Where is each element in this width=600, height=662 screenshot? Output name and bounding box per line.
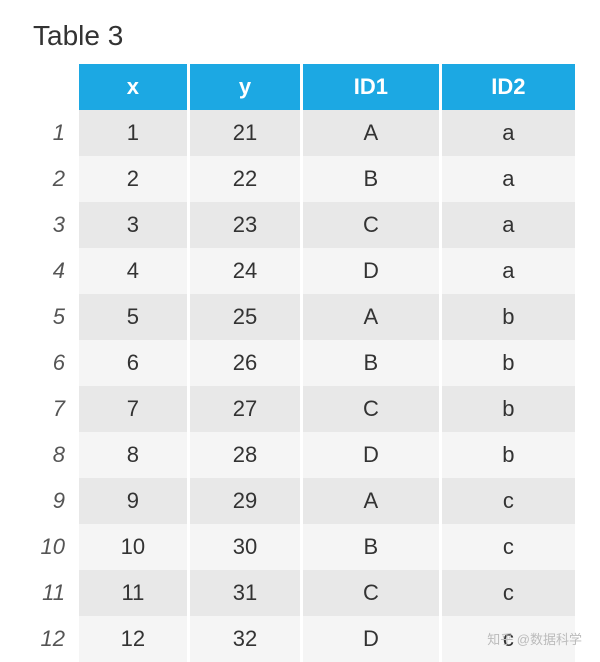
table-row: 4424Da [25, 248, 575, 294]
cell-id2: c [440, 570, 575, 616]
data-table: x y ID1 ID2 1121Aa2222Ba3323Ca4424Da5525… [25, 64, 575, 662]
row-number: 5 [25, 294, 79, 340]
cell-id2: b [440, 386, 575, 432]
cell-x: 11 [79, 570, 188, 616]
cell-x: 5 [79, 294, 188, 340]
cell-y: 23 [188, 202, 301, 248]
watermark: 知乎 @数据科学 [487, 629, 582, 648]
header-id2: ID2 [440, 64, 575, 110]
cell-x: 6 [79, 340, 188, 386]
cell-id2: a [440, 156, 575, 202]
cell-x: 10 [79, 524, 188, 570]
table-row: 2222Ba [25, 156, 575, 202]
row-number: 6 [25, 340, 79, 386]
cell-y: 30 [188, 524, 301, 570]
row-number: 3 [25, 202, 79, 248]
cell-id1: A [302, 294, 441, 340]
table-row: 1121Aa [25, 110, 575, 156]
header-x: x [79, 64, 188, 110]
table-title: Table 3 [33, 20, 575, 52]
table-row: 6626Bb [25, 340, 575, 386]
row-number: 9 [25, 478, 79, 524]
cell-y: 32 [188, 616, 301, 662]
row-number: 7 [25, 386, 79, 432]
cell-y: 21 [188, 110, 301, 156]
cell-id1: C [302, 570, 441, 616]
cell-y: 27 [188, 386, 301, 432]
cell-y: 22 [188, 156, 301, 202]
header-id1: ID1 [302, 64, 441, 110]
cell-x: 8 [79, 432, 188, 478]
cell-id1: D [302, 432, 441, 478]
cell-x: 2 [79, 156, 188, 202]
cell-id2: b [440, 340, 575, 386]
cell-id2: a [440, 110, 575, 156]
cell-x: 12 [79, 616, 188, 662]
cell-id1: B [302, 156, 441, 202]
cell-y: 25 [188, 294, 301, 340]
cell-id1: D [302, 248, 441, 294]
cell-y: 24 [188, 248, 301, 294]
header-y: y [188, 64, 301, 110]
cell-x: 9 [79, 478, 188, 524]
table-row: 3323Ca [25, 202, 575, 248]
cell-x: 4 [79, 248, 188, 294]
cell-id2: c [440, 478, 575, 524]
table-row: 101030Bc [25, 524, 575, 570]
cell-id2: c [440, 524, 575, 570]
cell-id1: A [302, 110, 441, 156]
table-row: 7727Cb [25, 386, 575, 432]
cell-x: 1 [79, 110, 188, 156]
row-number: 8 [25, 432, 79, 478]
cell-y: 28 [188, 432, 301, 478]
cell-id2: b [440, 432, 575, 478]
row-number: 10 [25, 524, 79, 570]
cell-x: 7 [79, 386, 188, 432]
cell-y: 29 [188, 478, 301, 524]
cell-id1: C [302, 386, 441, 432]
cell-id2: a [440, 248, 575, 294]
table-row: 8828Db [25, 432, 575, 478]
cell-id2: a [440, 202, 575, 248]
cell-id1: D [302, 616, 441, 662]
cell-y: 31 [188, 570, 301, 616]
cell-id1: C [302, 202, 441, 248]
cell-x: 3 [79, 202, 188, 248]
header-row: x y ID1 ID2 [25, 64, 575, 110]
table-row: 9929Ac [25, 478, 575, 524]
table-row: 111131Cc [25, 570, 575, 616]
row-number: 4 [25, 248, 79, 294]
row-number: 1 [25, 110, 79, 156]
cell-id1: B [302, 524, 441, 570]
row-number: 11 [25, 570, 79, 616]
cell-id1: A [302, 478, 441, 524]
cell-id2: b [440, 294, 575, 340]
row-number: 12 [25, 616, 79, 662]
table-row: 5525Ab [25, 294, 575, 340]
header-rownum-blank [25, 64, 79, 110]
cell-id1: B [302, 340, 441, 386]
cell-y: 26 [188, 340, 301, 386]
row-number: 2 [25, 156, 79, 202]
